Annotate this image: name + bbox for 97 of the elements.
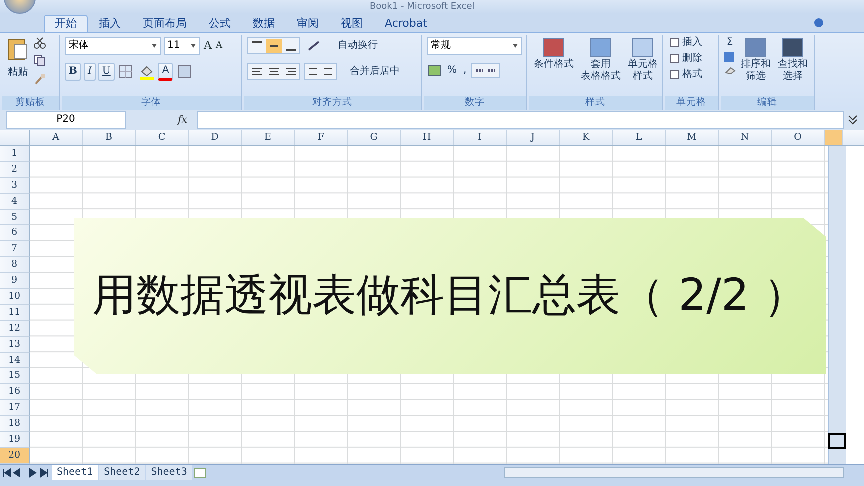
expand-icon[interactable] <box>848 114 858 126</box>
title-banner: 用数据透视表做科目汇总表（ 2/2 ） <box>74 218 826 374</box>
row-header[interactable]: 12 <box>0 320 30 337</box>
align-top-icon[interactable] <box>247 37 301 55</box>
ribbon-tab[interactable]: 开始 <box>44 15 88 32</box>
row-header[interactable]: 8 <box>0 257 30 274</box>
row-header[interactable]: 11 <box>0 304 30 321</box>
cells-button[interactable]: 格式 <box>668 69 704 81</box>
row-header[interactable]: 5 <box>0 210 30 226</box>
cells-button[interactable]: 插入 <box>668 37 704 49</box>
sheet-tab[interactable]: Sheet1 <box>52 465 98 480</box>
paste-button[interactable]: 粘贴 <box>5 37 31 94</box>
ribbon-tab[interactable]: 视图 <box>330 15 374 32</box>
ribbon-tab[interactable]: Acrobat <box>374 15 438 32</box>
italic-button[interactable]: I <box>84 63 96 81</box>
formula-input[interactable] <box>197 111 844 129</box>
row-header[interactable]: 14 <box>0 352 30 368</box>
group-label: 数字 <box>424 96 526 110</box>
merge-center-button[interactable]: 合并后居中 <box>348 66 402 78</box>
sheet-tab[interactable]: Sheet2 <box>99 465 146 480</box>
font-size-field[interactable]: 11 <box>164 37 200 55</box>
autosum-button[interactable]: Σ <box>724 37 736 49</box>
eraser-icon[interactable] <box>724 65 736 75</box>
font-color-button[interactable]: A <box>158 63 174 81</box>
column-header[interactable]: I <box>454 130 507 145</box>
align-text-icon[interactable] <box>247 63 301 81</box>
column-header[interactable]: D <box>189 130 242 145</box>
font-name-field[interactable]: 宋体 <box>65 37 161 55</box>
column-header[interactable]: L <box>613 130 666 145</box>
row-header[interactable]: 3 <box>0 178 30 194</box>
column-header[interactable]: B <box>83 130 136 145</box>
row-header[interactable]: 19 <box>0 432 30 448</box>
ribbon-tab[interactable]: 数据 <box>242 15 286 32</box>
clipboard-icon <box>7 37 29 61</box>
borders-icon[interactable] <box>117 63 136 81</box>
ribbon-tab[interactable]: 审阅 <box>286 15 330 32</box>
column-header[interactable]: J <box>507 130 560 145</box>
caret-icon <box>190 44 196 48</box>
ribbon-tab[interactable]: 插入 <box>88 15 132 32</box>
group-label: 样式 <box>529 96 662 110</box>
row-header[interactable]: 16 <box>0 384 30 400</box>
help-icon[interactable] <box>814 18 824 28</box>
caret-icon <box>152 44 157 48</box>
underline-button[interactable]: U <box>98 63 115 81</box>
column-header[interactable]: E <box>242 130 295 145</box>
horizontal-scrollbar[interactable] <box>504 467 844 478</box>
column-header[interactable]: F <box>295 130 348 145</box>
copy-icon[interactable] <box>34 55 46 67</box>
column-header[interactable]: K <box>560 130 613 145</box>
cells-button[interactable]: 删除 <box>668 53 704 65</box>
row-header[interactable]: 9 <box>0 273 30 290</box>
ribbon-tab[interactable]: 页面布局 <box>132 15 198 32</box>
row-header[interactable]: 6 <box>0 225 30 242</box>
name-box[interactable]: P20 <box>6 111 126 129</box>
row-header[interactable]: 20 <box>0 448 30 464</box>
row-header[interactable]: 1 <box>0 146 30 162</box>
grow-font-button[interactable]: A <box>202 37 214 55</box>
row-header[interactable]: 18 <box>0 416 30 432</box>
group-label: 编辑 <box>721 96 814 110</box>
caret-icon <box>513 44 518 48</box>
active-cell[interactable] <box>828 433 846 449</box>
column-header[interactable]: A <box>30 130 83 145</box>
column-header[interactable]: G <box>348 130 401 145</box>
sheet-tab[interactable]: Sheet3 <box>146 465 192 480</box>
vertical-scrollbar[interactable] <box>828 146 846 464</box>
comma-button[interactable]: , <box>462 65 469 77</box>
new-sheet-icon[interactable] <box>193 466 210 478</box>
column-header[interactable]: H <box>401 130 454 145</box>
group-label: 单元格 <box>665 96 718 110</box>
style-button[interactable]: 套用 表格格式 <box>579 37 623 94</box>
row-header[interactable]: 10 <box>0 289 30 305</box>
ribbon-tab[interactable]: 公式 <box>198 15 242 32</box>
number-format-field[interactable]: 常规 <box>427 37 522 55</box>
row-header[interactable]: 15 <box>0 368 30 384</box>
window-title: Book1 - Microsoft Excel <box>370 1 475 13</box>
scissors-icon[interactable] <box>34 37 46 49</box>
percent-button[interactable]: % <box>446 65 460 77</box>
group-label: 对齐方式 <box>244 96 421 110</box>
column-header[interactable]: N <box>719 130 772 145</box>
function-label[interactable]: fx <box>178 112 188 128</box>
column-header[interactable]: C <box>136 130 189 145</box>
row-header[interactable]: 13 <box>0 336 30 353</box>
group-label: 剪贴板 <box>2 96 59 110</box>
brush-icon[interactable] <box>34 73 46 85</box>
bold-button[interactable]: B <box>65 63 82 81</box>
editing-button[interactable]: 查找和 选择 <box>776 37 810 94</box>
wrap-text-button[interactable]: 自动换行 <box>336 40 380 52</box>
style-button[interactable]: 条件格式 <box>532 37 576 94</box>
editing-button[interactable]: 排序和 筛选 <box>739 37 773 94</box>
style-button[interactable]: 单元格 样式 <box>626 37 660 94</box>
row-header[interactable]: 17 <box>0 400 30 416</box>
group-label: 字体 <box>62 96 241 110</box>
column-header[interactable]: M <box>666 130 719 145</box>
row-header[interactable]: 2 <box>0 162 30 178</box>
shrink-font-button[interactable]: A <box>214 37 224 55</box>
row-header[interactable]: 4 <box>0 194 30 210</box>
row-header[interactable]: 7 <box>0 241 30 258</box>
